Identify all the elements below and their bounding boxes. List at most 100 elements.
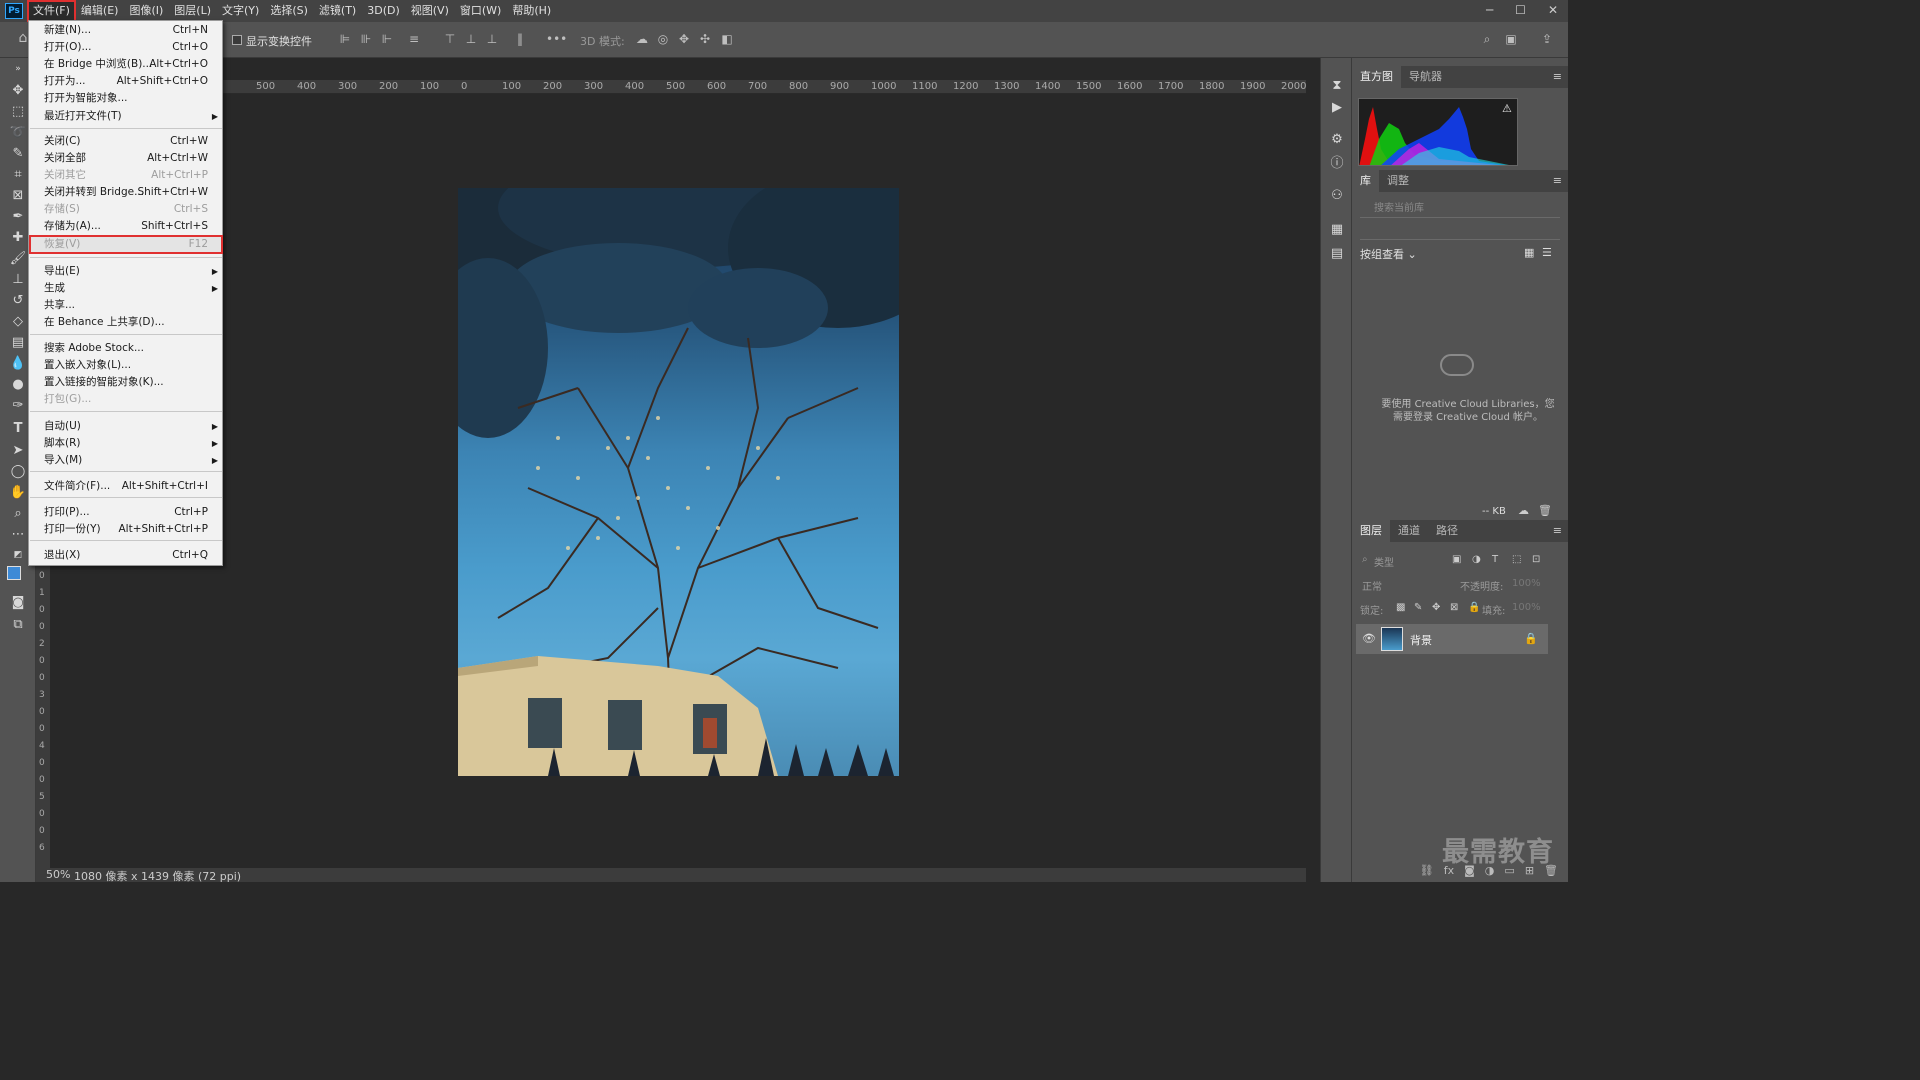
show-transform-checkbox[interactable]: [232, 35, 242, 45]
share-icon[interactable]: ⇪: [1540, 32, 1554, 46]
menu-image[interactable]: 图像(I): [125, 2, 167, 20]
shape-tool-icon[interactable]: ◯: [9, 463, 27, 481]
menu-item-close-all[interactable]: 关闭全部 Alt+Ctrl+W: [30, 150, 222, 167]
3d-scale-icon[interactable]: ◧: [720, 32, 734, 46]
lock-transparent-icon[interactable]: ▩: [1396, 602, 1405, 613]
3d-pan-icon[interactable]: ✥: [677, 32, 691, 46]
menu-item-close[interactable]: 关闭(C) Ctrl+W: [30, 133, 222, 150]
search-icon[interactable]: ⌕: [1480, 32, 1494, 46]
history-panel-icon[interactable]: ⧗: [1329, 78, 1345, 94]
hand-tool-icon[interactable]: ✋: [9, 484, 27, 502]
gradient-tool-icon[interactable]: ▤: [9, 334, 27, 352]
clone-stamp-tool-icon[interactable]: ⊥: [9, 271, 27, 289]
menu-edit[interactable]: 编辑(E): [77, 2, 123, 20]
filter-type-icon[interactable]: T: [1492, 554, 1498, 565]
menu-item-revert[interactable]: 恢复(V) F12: [29, 235, 223, 254]
layer-name[interactable]: 背景: [1410, 632, 1432, 648]
workspace-icon[interactable]: ▣: [1504, 32, 1518, 46]
blend-mode-dropdown[interactable]: 正常: [1362, 578, 1382, 593]
panel-menu-icon[interactable]: ≡: [1553, 524, 1562, 537]
menu-item-open[interactable]: 打开(O)... Ctrl+O: [30, 39, 222, 56]
lasso-tool-icon[interactable]: ➰: [9, 124, 27, 142]
3d-roll-icon[interactable]: ◎: [656, 32, 670, 46]
edit-toolbar-icon[interactable]: ⋯: [9, 526, 27, 544]
quick-select-tool-icon[interactable]: ✎: [9, 145, 27, 163]
distribute-icon[interactable]: ≡: [407, 32, 421, 46]
panel-menu-icon[interactable]: ≡: [1553, 70, 1562, 83]
align-left-icon[interactable]: ⊫: [338, 32, 352, 46]
lock-artboard-icon[interactable]: ⊠: [1450, 602, 1458, 613]
people-panel-icon[interactable]: ⚇: [1329, 188, 1345, 204]
marquee-tool-icon[interactable]: ⬚: [9, 103, 27, 121]
menu-item-share-on-behance[interactable]: 在 Behance 上共享(D)...: [30, 314, 222, 331]
menu-help[interactable]: 帮助(H): [508, 2, 555, 20]
align-center-icon[interactable]: ⊪: [359, 32, 373, 46]
healing-brush-tool-icon[interactable]: ✚: [9, 229, 27, 247]
tab-adjustments[interactable]: 调整: [1379, 170, 1417, 192]
3d-orbit-icon[interactable]: ☁: [635, 32, 649, 46]
library-view-dropdown[interactable]: 按组查看 ⌄: [1360, 246, 1417, 262]
blur-tool-icon[interactable]: 💧: [9, 355, 27, 373]
menu-item-new[interactable]: 新建(N)... Ctrl+N: [30, 22, 222, 39]
3d-slide-icon[interactable]: ✣: [698, 32, 712, 46]
eraser-tool-icon[interactable]: ◇: [9, 313, 27, 331]
info-panel-icon[interactable]: ⓘ: [1329, 156, 1345, 172]
dodge-tool-icon[interactable]: ●: [9, 376, 27, 394]
tab-histogram[interactable]: 直方图: [1352, 66, 1401, 88]
align-bottom-icon[interactable]: ⊥: [485, 32, 499, 46]
menu-view[interactable]: 视图(V): [407, 2, 453, 20]
menu-item-recent-files[interactable]: 最近打开文件(T) ▶: [30, 108, 222, 125]
opacity-input[interactable]: 100%: [1512, 578, 1541, 589]
document-info[interactable]: 1080 像素 x 1439 像素 (72 ppi): [74, 868, 241, 884]
panel-menu-icon[interactable]: ≡: [1553, 174, 1562, 187]
type-tool-icon[interactable]: T: [9, 420, 27, 438]
actions-panel-icon[interactable]: ▶: [1329, 100, 1345, 116]
tab-channels[interactable]: 通道: [1390, 520, 1428, 542]
menu-item-search-adobe-stock[interactable]: 搜索 Adobe Stock...: [30, 340, 222, 357]
eyedropper-tool-icon[interactable]: ✒: [9, 208, 27, 226]
menu-item-open-as-smart-object[interactable]: 打开为智能对象...: [30, 90, 222, 107]
menu-select[interactable]: 选择(S): [266, 2, 312, 20]
menu-item-generate[interactable]: 生成 ▶: [30, 280, 222, 297]
canvas-area[interactable]: [50, 94, 1306, 870]
fill-input[interactable]: 100%: [1512, 602, 1541, 613]
quick-mask-icon[interactable]: ◙: [9, 594, 27, 612]
filter-shape-icon[interactable]: ⬚: [1512, 554, 1521, 565]
maximize-button[interactable]: ☐: [1515, 3, 1526, 17]
menu-item-open-as[interactable]: 打开为... Alt+Shift+Ctrl+O: [30, 73, 222, 90]
zoom-tool-icon[interactable]: ⌕: [9, 505, 27, 523]
menu-type[interactable]: 文字(Y): [218, 2, 263, 20]
list-view-icon[interactable]: ☰: [1542, 246, 1552, 259]
glyphs-panel-icon[interactable]: ▤: [1329, 246, 1345, 262]
menu-item-close-and-go-to-bridge[interactable]: 关闭并转到 Bridge... Shift+Ctrl+W: [30, 184, 222, 201]
filter-pixel-icon[interactable]: ▣: [1452, 554, 1461, 565]
close-button[interactable]: ✕: [1548, 3, 1558, 17]
tab-navigator[interactable]: 导航器: [1401, 66, 1450, 88]
menu-item-export[interactable]: 导出(E) ▶: [30, 263, 222, 280]
align-top-icon[interactable]: ⊤: [443, 32, 457, 46]
frame-tool-icon[interactable]: ⊠: [9, 187, 27, 205]
menu-item-save[interactable]: 存储(S) Ctrl+S: [30, 201, 222, 218]
visibility-eye-icon[interactable]: 👁: [1362, 632, 1376, 645]
align-middle-icon[interactable]: ⊥: [464, 32, 478, 46]
more-options-icon[interactable]: •••: [546, 32, 567, 46]
menu-item-browse-in-bridge[interactable]: 在 Bridge 中浏览(B)... Alt+Ctrl+O: [30, 56, 222, 73]
cloud-sync-icon[interactable]: ☁: [1518, 504, 1529, 517]
filter-smart-icon[interactable]: ⊡: [1532, 554, 1540, 565]
menu-item-share[interactable]: 共享...: [30, 297, 222, 314]
menu-item-print-one-copy[interactable]: 打印一份(Y) Alt+Shift+Ctrl+P: [30, 521, 222, 538]
tab-libraries[interactable]: 库: [1352, 170, 1379, 192]
properties-panel-icon[interactable]: ⚙: [1329, 132, 1345, 148]
menu-item-file-info[interactable]: 文件简介(F)... Alt+Shift+Ctrl+I: [30, 478, 222, 495]
layer-lock-icon[interactable]: 🔒: [1524, 632, 1538, 645]
cache-warning-icon[interactable]: ⚠: [1502, 102, 1512, 115]
minimize-button[interactable]: ─: [1486, 3, 1493, 17]
swatches-panel-icon[interactable]: ▦: [1329, 222, 1345, 238]
library-select-dropdown[interactable]: [1360, 222, 1560, 240]
menu-item-save-as[interactable]: 存储为(A)... Shift+Ctrl+S: [30, 218, 222, 235]
path-selection-tool-icon[interactable]: ➤: [9, 442, 27, 460]
library-search-input[interactable]: 搜索当前库: [1360, 200, 1560, 218]
move-tool-icon[interactable]: ✥: [9, 82, 27, 100]
menu-item-import[interactable]: 导入(M) ▶: [30, 452, 222, 469]
menu-item-scripts[interactable]: 脚本(R) ▶: [30, 435, 222, 452]
